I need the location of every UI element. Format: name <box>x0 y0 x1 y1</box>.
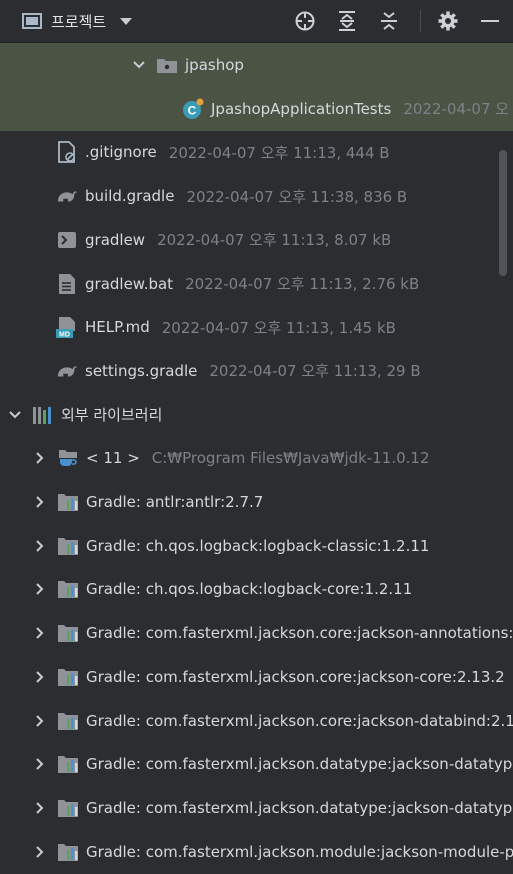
tree-node-label: Gradle: com.fasterxml.jackson.core:jacks… <box>86 711 513 730</box>
chevron-right-icon[interactable] <box>33 495 47 509</box>
options-button[interactable] <box>437 10 459 32</box>
tree-node-label: settings.gradle <box>85 361 198 380</box>
expand-all-button[interactable] <box>336 10 358 32</box>
gradle-library-icon <box>57 710 79 732</box>
tree-node-meta: 2022-04-07 오후 11:13, 2.76 kB <box>185 275 420 293</box>
tree-node-jackson-core[interactable]: Gradle: com.fasterxml.jackson.core:jacks… <box>0 655 513 699</box>
tree-node-label: Gradle: com.fasterxml.jackson.module:jac… <box>86 842 513 861</box>
gradle-library-icon <box>57 841 79 863</box>
tree-node-jdk-11[interactable]: < 11 > C:₩Program Files₩Java₩jdk-11.0.12 <box>0 436 513 480</box>
chevron-down-icon[interactable] <box>8 408 22 422</box>
tree-node-label: jpashop <box>185 56 244 74</box>
gear-icon <box>438 11 458 31</box>
project-tree: jpashop C JpashopApplicationTests 2022-04-0… <box>0 43 513 866</box>
collapse-all-button[interactable] <box>378 10 400 32</box>
svg-text:C: C <box>188 103 197 117</box>
tree-node-antlr[interactable]: Gradle: antlr:antlr:2.7.7 <box>0 480 513 524</box>
project-tool-window-header: 프로젝트 <box>0 0 513 43</box>
hide-button[interactable] <box>479 10 501 32</box>
library-icon <box>32 404 54 426</box>
chevron-right-icon[interactable] <box>33 845 47 859</box>
text-file-icon <box>56 273 78 295</box>
tree-node-jackson-datatype-1[interactable]: Gradle: com.fasterxml.jackson.datatype:j… <box>0 742 513 786</box>
tree-node-meta: 2022-04-07 오후 11:13, 444 B <box>168 143 390 162</box>
tree-node-label: gradlew <box>85 230 146 249</box>
tree-node-jackson-databind[interactable]: Gradle: com.fasterxml.jackson.core:jacks… <box>0 699 513 743</box>
markdown-icon: MD <box>56 316 78 339</box>
tree-node-gradlew[interactable]: gradlew 2022-04-07 오후 11:13, 8.07 kB <box>0 218 513 262</box>
tree-node-label: .gitignore <box>85 143 157 162</box>
tree-node-meta: 2022-04-07 오후 11:38, 836 B <box>186 187 408 206</box>
chevron-right-icon[interactable] <box>33 626 47 640</box>
tree-node-label: 외부 라이브러리 <box>61 406 163 425</box>
terminal-icon <box>56 229 78 251</box>
tree-node-label: build.gradle <box>85 187 175 206</box>
chevron-right-icon[interactable] <box>33 714 47 728</box>
gradle-library-icon <box>57 622 79 644</box>
chevron-right-icon[interactable] <box>33 451 47 465</box>
crosshair-icon <box>295 11 315 31</box>
svg-text:MD: MD <box>59 332 70 339</box>
tree-node-label: Gradle: com.fasterxml.jackson.core:jacks… <box>86 667 505 686</box>
tree-node-label: gradlew.bat <box>85 274 174 293</box>
view-dropdown-chevron-down-icon[interactable] <box>120 17 133 25</box>
tree-node-label: Gradle: com.fasterxml.jackson.core:jacks… <box>86 624 513 643</box>
expand-all-icon <box>339 11 355 31</box>
tree-node-label: HELP.md <box>85 318 150 337</box>
toolbar-separator <box>420 10 421 32</box>
tree-node-meta: 2022-04-07 오후 11:13, 8.07 kB <box>157 231 392 250</box>
chevron-right-icon[interactable] <box>33 582 47 596</box>
tree-node-logback-core[interactable]: Gradle: ch.qos.logback:logback-core:1.2.… <box>0 567 513 611</box>
tree-node-label: Gradle: ch.qos.logback:logback-classic:1… <box>86 536 430 555</box>
project-window-icon <box>22 13 42 29</box>
tree-node-label: Gradle: ch.qos.logback:logback-core:1.2.… <box>86 580 413 599</box>
gradle-library-icon <box>57 666 79 688</box>
tree-node-gitignore[interactable]: .gitignore 2022-04-07 오후 11:13, 444 B <box>0 130 513 174</box>
tree-node-jackson-module[interactable]: Gradle: com.fasterxml.jackson.module:jac… <box>0 830 513 874</box>
chevron-right-icon[interactable] <box>33 539 47 553</box>
gradle-library-icon <box>57 491 79 513</box>
tree-node-label: < 11 > <box>86 449 140 468</box>
jdk-icon <box>57 447 79 469</box>
test-class-icon: C <box>182 98 204 120</box>
tree-node-label: Gradle: antlr:antlr:2.7.7 <box>86 493 264 511</box>
select-opened-file-button[interactable] <box>294 10 316 32</box>
tree-node-jackson-datatype-2[interactable]: Gradle: com.fasterxml.jackson.datatype:j… <box>0 786 513 830</box>
header-toolbar <box>294 0 513 42</box>
ignore-file-icon <box>56 141 78 164</box>
gradle-library-icon <box>57 797 79 819</box>
tree-node-jackson-annotations[interactable]: Gradle: com.fasterxml.jackson.core:jacks… <box>0 611 513 655</box>
gradle-library-icon <box>57 535 79 557</box>
gradle-library-icon <box>57 578 79 600</box>
tree-node-logback-classic[interactable]: Gradle: ch.qos.logback:logback-classic:1… <box>0 524 513 568</box>
minimize-icon <box>481 20 499 22</box>
vertical-scrollbar[interactable] <box>499 150 507 276</box>
tree-node-help-md[interactable]: MD HELP.md 2022-04-07 오후 11:13, 1.45 kB <box>0 305 513 349</box>
folder-icon <box>156 54 178 76</box>
tree-node-external-libraries[interactable]: 외부 라이브러리 <box>0 393 513 437</box>
tree-node-meta: 2022-04-07 오후 11:13, 1.45 kB <box>161 318 396 337</box>
tree-node-label: JpashopApplicationTests <box>211 99 392 118</box>
tree-node-jpashop-tests[interactable]: C JpashopApplicationTests 2022-04-07 오 <box>0 86 513 131</box>
chevron-right-icon[interactable] <box>33 670 47 684</box>
gradle-icon <box>56 185 78 207</box>
tree-node-meta: 2022-04-07 오 <box>403 100 510 119</box>
collapse-all-icon <box>381 12 397 30</box>
tree-node-settings-gradle[interactable]: settings.gradle 2022-04-07 오후 11:13, 29 B <box>0 349 513 393</box>
tree-node-label: Gradle: com.fasterxml.jackson.datatype:j… <box>86 798 513 817</box>
gradle-library-icon <box>57 753 79 775</box>
tree-node-meta: C:₩Program Files₩Java₩jdk-11.0.12 <box>151 449 430 468</box>
tree-node-meta: 2022-04-07 오후 11:13, 29 B <box>209 362 421 381</box>
project-view-title[interactable]: 프로젝트 <box>51 11 106 32</box>
tree-node-jpashop-folder[interactable]: jpashop <box>0 43 513 87</box>
gradle-icon <box>56 360 78 382</box>
tree-node-build-gradle[interactable]: build.gradle 2022-04-07 오후 11:38, 836 B <box>0 174 513 218</box>
chevron-right-icon[interactable] <box>33 801 47 815</box>
chevron-down-icon[interactable] <box>132 58 146 72</box>
chevron-right-icon[interactable] <box>33 757 47 771</box>
tree-node-gradlew-bat[interactable]: gradlew.bat 2022-04-07 오후 11:13, 2.76 kB <box>0 262 513 306</box>
tree-node-label: Gradle: com.fasterxml.jackson.datatype:j… <box>86 755 513 774</box>
